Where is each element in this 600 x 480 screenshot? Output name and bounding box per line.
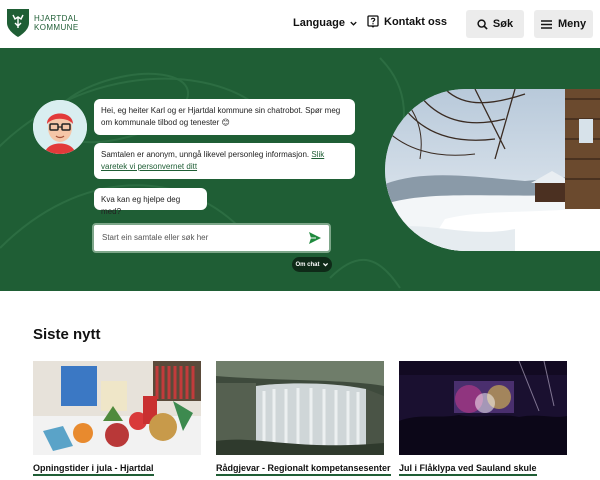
logo-line2: Kommune — [34, 23, 79, 32]
news-card[interactable]: Rådgjevar - Regionalt kompetansesenter — [216, 361, 391, 476]
contact-link[interactable]: Kontakt oss — [367, 15, 447, 28]
home-logo-link[interactable]: Hjartdal Kommune — [6, 8, 79, 38]
site-header: Hjartdal Kommune Language Kontakt oss Sø… — [0, 0, 600, 48]
news-card-title[interactable]: Opningstider i jula - Hjartdal — [33, 463, 154, 476]
chevron-down-icon — [322, 263, 328, 267]
chat-message: Kva kan eg hjelpe deg med? — [94, 188, 207, 216]
chat-message-text: Hei, eg heiter Karl og er Hjartdal kommu… — [101, 106, 341, 127]
logo-line1: Hjartdal — [34, 14, 79, 23]
chat-input-placeholder: Start ein samtale eller søk her — [102, 233, 209, 242]
about-chat-button[interactable]: Om chat — [292, 257, 332, 272]
chat-message: Samtalen er anonym, unngå likevel person… — [94, 143, 355, 179]
chatbot-hero: Hei, eg heiter Karl og er Hjartdal kommu… — [0, 48, 600, 291]
contact-label: Kontakt oss — [384, 15, 447, 28]
menu-label: Meny — [557, 18, 587, 30]
news-card[interactable]: Opningstider i jula - Hjartdal — [33, 361, 201, 476]
search-button[interactable]: Søk — [466, 10, 524, 38]
search-label: Søk — [492, 18, 514, 30]
hamburger-icon — [540, 19, 552, 29]
chat-message-text: Samtalen er anonym, unngå likevel person… — [101, 150, 312, 159]
news-card-image — [33, 361, 201, 455]
chat-message: Hei, eg heiter Karl og er Hjartdal kommu… — [94, 99, 355, 135]
question-box-icon — [367, 15, 379, 28]
about-chat-label: Om chat — [295, 261, 320, 268]
chat-search-input[interactable]: Start ein samtale eller søk her — [92, 223, 331, 253]
news-card-title[interactable]: Jul i Flåklypa ved Sauland skule — [399, 463, 537, 476]
news-heading: Siste nytt — [33, 326, 101, 343]
menu-button[interactable]: Meny — [534, 10, 593, 38]
news-card[interactable]: Jul i Flåklypa ved Sauland skule — [399, 361, 567, 476]
winter-landscape-photo — [385, 89, 600, 251]
chatbot-avatar — [33, 100, 87, 154]
news-card-image — [399, 361, 567, 455]
search-icon — [477, 18, 488, 30]
send-icon[interactable] — [308, 231, 322, 245]
language-label: Language — [293, 17, 345, 29]
news-card-title[interactable]: Rådgjevar - Regionalt kompetansesenter — [216, 463, 391, 476]
language-selector[interactable]: Language — [293, 17, 358, 29]
news-card-image — [216, 361, 384, 455]
hjartdal-crest-icon — [7, 9, 29, 37]
chevron-down-icon — [350, 21, 357, 26]
